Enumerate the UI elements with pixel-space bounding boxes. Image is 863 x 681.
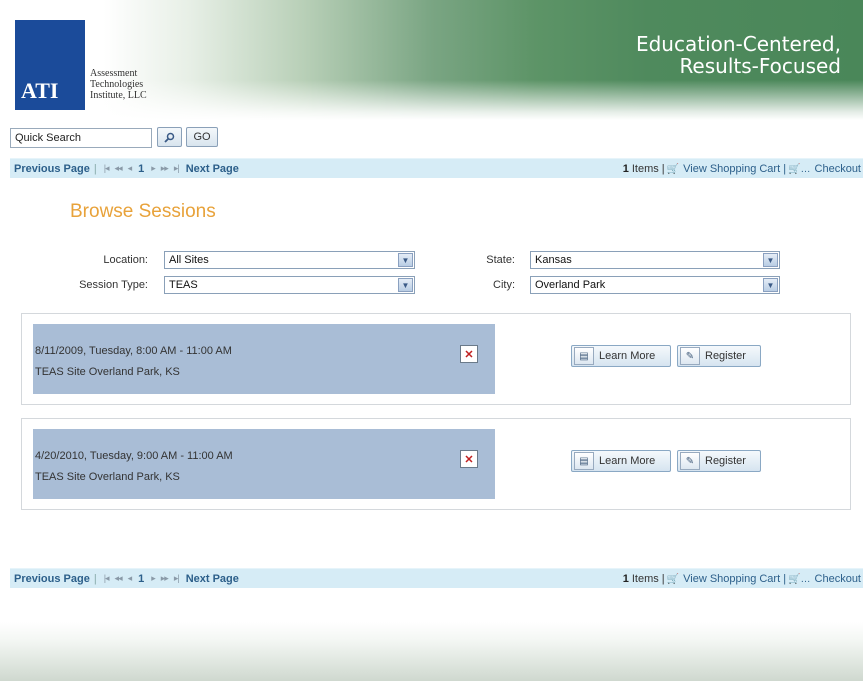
tagline: Education-Centered, Results-Focused [636,33,841,77]
chevron-down-icon: ▼ [398,278,413,292]
logo-line-1: Assessment [90,68,138,79]
tagline-line-2: Results-Focused [679,54,841,78]
register-button[interactable]: ✎ Register [677,345,761,367]
fast-back-icon[interactable]: ◂◂ [115,163,123,174]
session-date: 8/11/2009, Tuesday, 8:00 AM - 11:00 AM [35,345,232,357]
close-icon: ✕ [464,348,474,361]
register-label: Register [705,455,746,467]
checkout-cart-icon: 🛒… [788,163,811,175]
logo-line-2: Technologies [90,79,144,90]
learn-more-label: Learn More [599,455,656,467]
previous-page-link[interactable]: Previous Page [14,573,90,585]
city-select[interactable]: Overland Park ▼ [530,276,780,294]
page-title: Browse Sessions [70,201,216,222]
cart-count: 1 [622,573,629,585]
state-label: State: [486,254,515,266]
forward-icon[interactable]: ▸ [151,573,155,584]
session-type-select[interactable]: TEAS ▼ [164,276,415,294]
quick-search-input[interactable] [10,128,152,148]
session-date: 4/20/2010, Tuesday, 9:00 AM - 11:00 AM [35,450,233,462]
last-page-icon[interactable]: ▸| [174,573,180,584]
shopping-cart-icon: 🛒 [666,163,680,175]
state-select[interactable]: Kansas ▼ [530,251,780,269]
pager-bottom: Previous Page | |◂ ◂◂ ◂ 1 ▸ ▸▸ ▸| Next P… [10,568,863,588]
first-page-icon[interactable]: |◂ [104,163,110,174]
state-value: Kansas [535,254,572,266]
checkout-link[interactable]: Checkout [815,573,861,585]
close-icon: ✕ [464,453,474,466]
search-button[interactable] [157,127,182,147]
edit-icon: ✎ [680,452,700,470]
logo-line-3: Institute, LLC [90,90,147,101]
session-type-label: Session Type: [79,279,148,291]
go-button[interactable]: GO [186,127,218,147]
pager-separator: | [93,162,97,175]
current-page-number[interactable]: 1 [138,573,144,585]
previous-page-link[interactable]: Previous Page [14,163,90,175]
location-select[interactable]: All Sites ▼ [164,251,415,269]
chevron-down-icon: ▼ [763,278,778,292]
fast-forward-icon[interactable]: ▸▸ [161,163,169,174]
edit-icon: ✎ [680,347,700,365]
session-site: TEAS Site Overland Park, KS [35,366,180,378]
next-page-link[interactable]: Next Page [186,573,239,585]
view-shopping-cart-link[interactable]: View Shopping Cart | [683,163,786,175]
location-label: Location: [103,254,148,266]
session-card: 4/20/2010, Tuesday, 9:00 AM - 11:00 AM T… [21,418,851,510]
ati-logo[interactable]: ATI [15,20,85,110]
search-icon [164,132,175,143]
fast-forward-icon[interactable]: ▸▸ [161,573,169,584]
remove-session-button[interactable]: ✕ [460,450,478,468]
checkout-link[interactable]: Checkout [815,163,861,175]
back-icon[interactable]: ◂ [128,163,132,174]
back-icon[interactable]: ◂ [128,573,132,584]
location-value: All Sites [169,254,209,266]
session-info: 4/20/2010, Tuesday, 9:00 AM - 11:00 AM T… [33,429,495,499]
next-page-link[interactable]: Next Page [186,163,239,175]
checkout-cart-icon: 🛒… [788,573,811,585]
tagline-line-1: Education-Centered, [635,32,841,56]
chevron-down-icon: ▼ [763,253,778,267]
session-card: 8/11/2009, Tuesday, 8:00 AM - 11:00 AM T… [21,313,851,405]
forward-icon[interactable]: ▸ [151,163,155,174]
cart-summary: 1 Items | 🛒 View Shopping Cart | 🛒… Chec… [623,573,861,585]
fast-back-icon[interactable]: ◂◂ [115,573,123,584]
footer-band [0,622,863,681]
current-page-number[interactable]: 1 [138,163,144,175]
document-icon: ▤ [574,452,594,470]
cart-summary: 1 Items | 🛒 View Shopping Cart | 🛒… Chec… [623,163,861,175]
register-button[interactable]: ✎ Register [677,450,761,472]
view-shopping-cart-link[interactable]: View Shopping Cart | [683,573,786,585]
session-info: 8/11/2009, Tuesday, 8:00 AM - 11:00 AM T… [33,324,495,394]
logo-company-name: Assessment Technologies Institute, LLC [90,68,147,101]
session-site: TEAS Site Overland Park, KS [35,471,180,483]
city-value: Overland Park [535,279,606,291]
pager-separator: | [93,572,97,585]
learn-more-button[interactable]: ▤ Learn More [571,345,671,367]
learn-more-label: Learn More [599,350,656,362]
cart-count: 1 [622,163,629,175]
first-page-icon[interactable]: |◂ [104,573,110,584]
register-label: Register [705,350,746,362]
items-label: Items | [631,163,665,175]
last-page-icon[interactable]: ▸| [174,163,180,174]
session-type-value: TEAS [169,279,198,291]
document-icon: ▤ [574,347,594,365]
logo-letters: ATI [21,78,59,103]
items-label: Items | [631,573,665,585]
learn-more-button[interactable]: ▤ Learn More [571,450,671,472]
remove-session-button[interactable]: ✕ [460,345,478,363]
shopping-cart-icon: 🛒 [666,573,680,585]
pager-top: Previous Page | |◂ ◂◂ ◂ 1 ▸ ▸▸ ▸| Next P… [10,158,863,178]
chevron-down-icon: ▼ [398,253,413,267]
city-label: City: [493,279,515,291]
